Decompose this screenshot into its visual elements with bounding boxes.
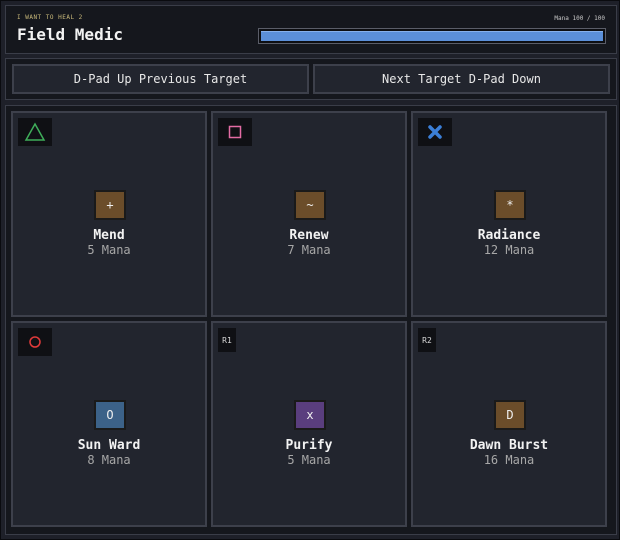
game-window: I WANT TO HEAL 2 Field Medic Mana 100 / … xyxy=(0,0,620,540)
spell-icon: ~ xyxy=(294,190,326,220)
spell-name: Mend xyxy=(93,228,125,243)
mana-bar-fill xyxy=(261,31,603,41)
mana-bar xyxy=(258,28,606,44)
spell-card-sun-ward[interactable]: O Sun Ward 8 Mana xyxy=(11,321,207,527)
spell-name: Dawn Burst xyxy=(469,438,549,453)
spell-name: Radiance xyxy=(477,228,541,243)
game-subtitle: I WANT TO HEAL 2 xyxy=(17,14,83,21)
spell-cost: 5 Mana xyxy=(87,243,131,257)
square-icon xyxy=(218,118,252,146)
spell-cost: 16 Mana xyxy=(483,453,535,467)
spell-cost: 12 Mana xyxy=(483,243,535,257)
spell-cost: 8 Mana xyxy=(87,453,131,467)
spell-icon: D xyxy=(494,400,526,430)
spell-name: Purify xyxy=(285,438,333,453)
spell-card-renew[interactable]: ~ Renew 7 Mana xyxy=(211,111,407,317)
spell-card-dawn-burst[interactable]: R2 D Dawn Burst 16 Mana xyxy=(411,321,607,527)
spell-icon: * xyxy=(494,190,526,220)
spell-cost: 7 Mana xyxy=(287,243,331,257)
target-nav: D-Pad Up Previous Target Next Target D-P… xyxy=(5,58,617,100)
spell-cost: 5 Mana xyxy=(287,453,331,467)
spell-card-radiance[interactable]: * Radiance 12 Mana xyxy=(411,111,607,317)
mana-readout: Mana 100 / 100 xyxy=(554,15,605,22)
spell-grid: + Mend 5 Mana ~ Renew 7 Mana * Radiance … xyxy=(5,105,617,535)
previous-target-button[interactable]: D-Pad Up Previous Target xyxy=(12,64,309,94)
cross-icon xyxy=(418,118,452,146)
spell-name: Sun Ward xyxy=(77,438,141,453)
spell-name: Renew xyxy=(289,228,329,243)
spell-icon: + xyxy=(94,190,126,220)
circle-icon xyxy=(18,328,52,356)
spell-icon: x xyxy=(294,400,326,430)
spell-card-mend[interactable]: + Mend 5 Mana xyxy=(11,111,207,317)
r2-icon: R2 xyxy=(418,328,436,352)
r1-icon: R1 xyxy=(218,328,236,352)
hud-header: I WANT TO HEAL 2 Field Medic Mana 100 / … xyxy=(5,5,617,54)
class-title: Field Medic xyxy=(17,25,123,44)
triangle-icon xyxy=(18,118,52,146)
next-target-button[interactable]: Next Target D-Pad Down xyxy=(313,64,610,94)
spell-icon: O xyxy=(94,400,126,430)
spell-card-purify[interactable]: R1 x Purify 5 Mana xyxy=(211,321,407,527)
